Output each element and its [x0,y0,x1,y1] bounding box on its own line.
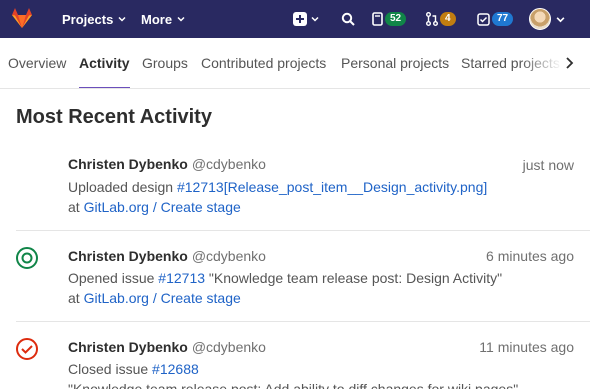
author-name-link[interactable]: Christen Dybenko [68,339,188,355]
author-username: @cdybenko [191,339,266,355]
divider [16,321,590,322]
event-author: Christen Dybenko @cdybenko [68,248,266,264]
merge-request-icon [426,12,438,26]
tab-overview[interactable]: Overview [8,38,66,88]
chevron-right-icon[interactable] [564,57,574,69]
event-target-link[interactable]: #12713 [158,270,205,286]
issues-count-badge: 77 [492,12,514,26]
issue-closed-icon [16,338,38,360]
author-name-link[interactable]: Christen Dybenko [68,248,188,264]
tab-contributed-projects[interactable]: Contributed projects [201,38,326,88]
event-action: Opened issue [68,270,155,286]
more-menu[interactable]: More [141,0,185,38]
tab-personal-projects[interactable]: Personal projects [341,38,449,88]
chevron-down-icon [118,16,126,22]
plus-icon [293,12,307,26]
tab-activity[interactable]: Activity [79,38,130,88]
event-location-link[interactable]: GitLab.org / Create stage [84,290,241,306]
issues-icon [477,12,490,26]
event-location-line: at GitLab.org / Create stage [68,199,241,215]
event-target-link[interactable]: #12713[Release_post_item__Design_activit… [177,179,487,195]
divider [16,230,590,231]
event-location-line: at GitLab.org / Create stage [68,290,241,306]
event-action-line: Opened issue #12713 "Knowledge team rele… [68,270,502,286]
event-location-prefix: at [68,290,80,306]
search-icon [341,12,355,26]
chevron-down-icon [177,16,185,22]
event-target-title: "Knowledge team release post: Design Act… [208,270,503,286]
event-time: 11 minutes ago [479,339,574,355]
author-name-link[interactable]: Christen Dybenko [68,156,188,172]
todos-count-badge: 52 [385,12,407,26]
issues-button[interactable]: 77 [477,0,514,38]
todos-button[interactable]: 52 [372,0,407,38]
event-action: Uploaded design [68,179,174,195]
event-time: 6 minutes ago [486,248,574,264]
event-author: Christen Dybenko @cdybenko [68,339,266,355]
event-target-link[interactable]: #12688 [152,361,199,377]
event-target-title: "Knowledge team release post: Add abilit… [68,381,519,389]
gitlab-logo[interactable] [10,6,34,30]
tab-groups[interactable]: Groups [142,38,188,88]
event-action: Closed issue [68,361,149,377]
search-button[interactable] [341,0,355,38]
avatar[interactable] [529,8,551,30]
todos-icon [372,12,383,26]
issue-open-icon [16,247,38,269]
projects-menu[interactable]: Projects [62,0,126,38]
projects-menu-label: Projects [62,11,114,27]
merge-requests-count-badge: 4 [440,12,456,26]
chevron-down-icon [311,16,319,22]
event-action-line: Uploaded design #12713[Release_post_item… [68,179,487,195]
chevron-down-icon[interactable] [556,15,565,24]
more-menu-label: More [141,11,173,27]
page-title: Most Recent Activity [16,106,212,128]
event-location-link[interactable]: GitLab.org / Create stage [84,199,241,215]
event-location-prefix: at [68,199,80,215]
author-username: @cdybenko [191,248,266,264]
tabs-scroll-fade [520,38,590,88]
event-time: just now [522,157,574,173]
author-username: @cdybenko [191,156,266,172]
event-action-line: Closed issue #12688 [68,361,199,377]
profile-tabs: Overview Activity Groups Contributed pro… [0,38,590,89]
event-author: Christen Dybenko @cdybenko [68,156,266,172]
new-dropdown[interactable] [293,0,319,38]
merge-requests-button[interactable]: 4 [426,0,456,38]
top-navbar: Projects More 52 4 77 [0,0,590,38]
